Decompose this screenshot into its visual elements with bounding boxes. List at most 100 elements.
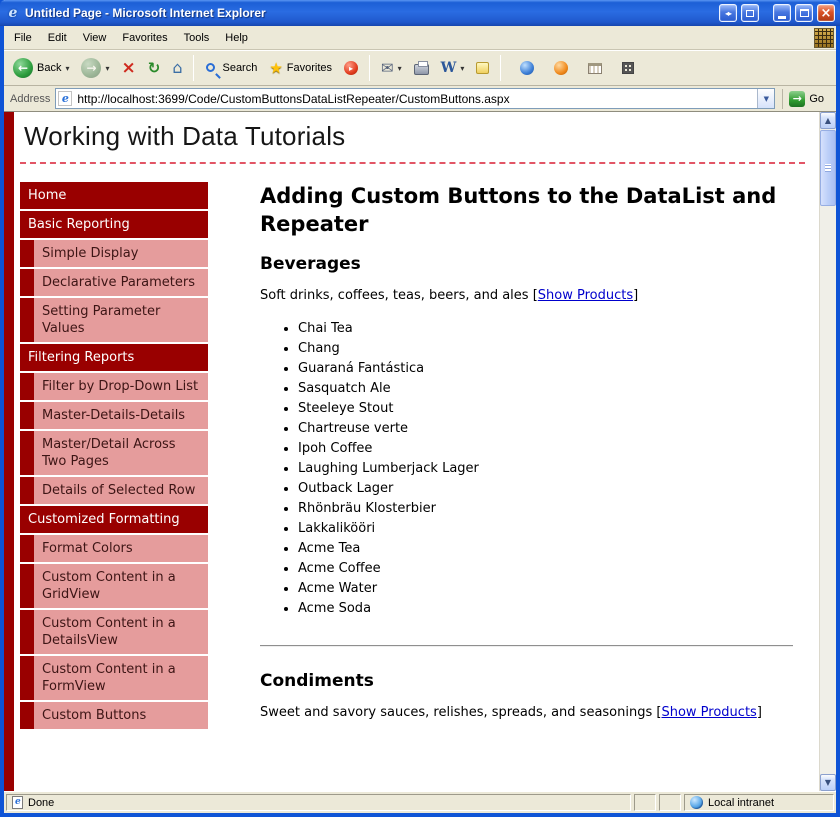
forward-icon: → <box>81 58 101 78</box>
search-button[interactable]: Search <box>200 59 262 78</box>
product-item: Outback Lager <box>298 479 793 499</box>
zone-label: Local intranet <box>708 797 774 809</box>
main-content: Adding Custom Buttons to the DataList an… <box>260 182 805 734</box>
scrollbar-track[interactable] <box>820 207 836 774</box>
messenger-icon <box>520 61 534 75</box>
scroll-up-button[interactable]: ▲ <box>820 112 836 129</box>
condiments-description: Sweet and savory sauces, relishes, sprea… <box>260 704 793 722</box>
nav-custom-content-detailsview[interactable]: Custom Content in a DetailsView <box>20 610 208 654</box>
status-text: Done <box>28 797 54 809</box>
title-bar: e Untitled Page - Microsoft Internet Exp… <box>0 0 840 26</box>
web-page: Working with Data Tutorials Home Basic R… <box>4 112 819 791</box>
edit-button[interactable]: W ▾ <box>436 58 470 78</box>
mail-dropdown-icon[interactable]: ▾ <box>398 64 402 73</box>
edit-dropdown-icon[interactable]: ▾ <box>460 64 464 73</box>
titlebar-extra-button-1[interactable]: ◂▸ <box>719 4 737 22</box>
site-header: Working with Data Tutorials <box>20 116 805 164</box>
maximize-button[interactable] <box>795 4 813 22</box>
sidebar-nav: Home Basic Reporting Simple Display Decl… <box>20 182 208 734</box>
orange-sphere-icon <box>554 61 568 75</box>
home-button[interactable]: ⌂ <box>167 57 187 79</box>
scrollbar-thumb[interactable] <box>820 130 836 206</box>
back-button[interactable]: ← Back ▾ <box>8 55 74 81</box>
nav-master-detail-two-pages[interactable]: Master/Detail Across Two Pages <box>20 431 208 475</box>
window-title: Untitled Page - Microsoft Internet Explo… <box>25 6 715 20</box>
nav-basic-reporting[interactable]: Basic Reporting <box>20 211 208 238</box>
search-label: Search <box>222 62 257 74</box>
beverages-heading: Beverages <box>260 254 793 275</box>
security-zone-panel: Local intranet <box>684 794 834 811</box>
beverages-description-suffix: ] <box>633 288 638 303</box>
address-dropdown-button[interactable]: ▼ <box>757 89 774 108</box>
product-item: Rhönbräu Klosterbier <box>298 499 793 519</box>
window-icon <box>746 10 754 17</box>
grid-icon <box>622 62 634 74</box>
discuss-button[interactable] <box>471 59 494 77</box>
vertical-scrollbar[interactable]: ▲ ▼ <box>819 112 836 791</box>
product-item: Chang <box>298 339 793 359</box>
condiments-show-products-link[interactable]: Show Products <box>661 705 756 720</box>
menu-favorites[interactable]: Favorites <box>114 28 175 48</box>
nav-custom-content-gridview[interactable]: Custom Content in a GridView <box>20 564 208 608</box>
page-heading: Adding Custom Buttons to the DataList an… <box>260 182 793 238</box>
menu-bar: File Edit View Favorites Tools Help <box>4 26 836 50</box>
nav-customized-formatting[interactable]: Customized Formatting <box>20 506 208 533</box>
toolbar-extra-button[interactable] <box>549 58 573 78</box>
condiments-description-suffix: ] <box>757 705 762 720</box>
menu-help[interactable]: Help <box>217 28 256 48</box>
minimize-button[interactable] <box>773 4 791 22</box>
grid-tool-button[interactable] <box>617 59 639 77</box>
nav-setting-parameter-values[interactable]: Setting Parameter Values <box>20 298 208 342</box>
address-field: e ▼ <box>55 88 775 109</box>
nav-home[interactable]: Home <box>20 182 208 209</box>
nav-details-of-selected-row[interactable]: Details of Selected Row <box>20 477 208 504</box>
forward-button[interactable]: → ▾ <box>76 55 114 81</box>
nav-declarative-parameters[interactable]: Declarative Parameters <box>20 269 208 296</box>
menu-file[interactable]: File <box>6 28 40 48</box>
nav-custom-buttons[interactable]: Custom Buttons <box>20 702 208 729</box>
maximize-icon <box>800 9 809 17</box>
nav-custom-content-formview[interactable]: Custom Content in a FormView <box>20 656 208 700</box>
section-divider <box>260 645 793 647</box>
menu-edit[interactable]: Edit <box>40 28 75 48</box>
product-item: Sasquatch Ale <box>298 379 793 399</box>
nav-master-details-details[interactable]: Master-Details-Details <box>20 402 208 429</box>
messenger-button[interactable] <box>515 58 539 78</box>
refresh-button[interactable]: ↻ <box>143 58 166 79</box>
menu-tools[interactable]: Tools <box>176 28 218 48</box>
media-icon: ▸ <box>344 61 358 75</box>
nav-simple-display[interactable]: Simple Display <box>20 240 208 267</box>
media-button[interactable]: ▸ <box>339 58 363 78</box>
research-icon <box>588 63 602 74</box>
research-button[interactable] <box>583 60 607 77</box>
go-label: Go <box>809 93 824 105</box>
go-button[interactable]: → Go <box>782 89 832 109</box>
forward-dropdown-icon[interactable]: ▾ <box>105 64 109 73</box>
print-button[interactable] <box>409 58 434 78</box>
nav-filtering-reports[interactable]: Filtering Reports <box>20 344 208 371</box>
nav-filter-by-dropdown-list[interactable]: Filter by Drop-Down List <box>20 373 208 400</box>
toolbar-separator <box>369 55 370 81</box>
refresh-icon: ↻ <box>148 61 161 76</box>
edit-word-icon: W <box>441 61 457 75</box>
product-item: Guaraná Fantástica <box>298 359 793 379</box>
back-label: Back <box>37 62 61 74</box>
page-favicon: e <box>58 91 72 106</box>
titlebar-extra-button-2[interactable] <box>741 4 759 22</box>
stop-button[interactable]: × <box>117 57 141 80</box>
mail-button[interactable]: ✉ ▾ <box>376 58 407 79</box>
product-item: Chai Tea <box>298 319 793 339</box>
close-button[interactable]: × <box>817 4 835 22</box>
status-panel-2 <box>659 794 681 811</box>
beverages-show-products-link[interactable]: Show Products <box>538 288 633 303</box>
beverages-product-list: Chai Tea Chang Guaraná Fantástica Sasqua… <box>260 319 793 619</box>
browser-viewport: Working with Data Tutorials Home Basic R… <box>4 112 836 791</box>
search-icon <box>206 63 215 72</box>
scroll-down-button[interactable]: ▼ <box>820 774 836 791</box>
menu-view[interactable]: View <box>75 28 115 48</box>
discuss-icon <box>476 62 489 74</box>
favorites-button[interactable]: ★ Favorites <box>264 58 337 79</box>
nav-format-colors[interactable]: Format Colors <box>20 535 208 562</box>
back-dropdown-icon[interactable]: ▾ <box>65 64 69 73</box>
address-input[interactable] <box>75 91 757 107</box>
